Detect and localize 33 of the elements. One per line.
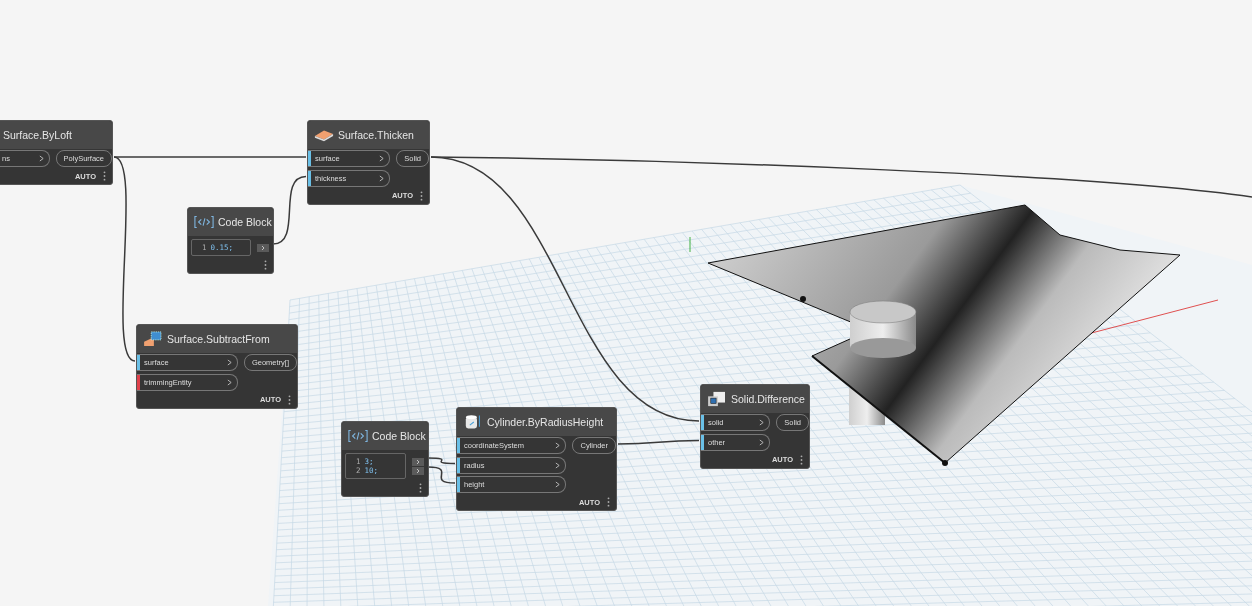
chevron-icon [226, 378, 232, 386]
surface-icon [143, 331, 163, 347]
output-port-icon[interactable] [257, 244, 269, 252]
node-title: Surface.SubtractFrom [167, 333, 270, 345]
chevron-icon [38, 155, 44, 162]
node-title: Cylinder.ByRadiusHeight [487, 416, 604, 428]
cubes-icon [707, 391, 727, 407]
chevron-icon [555, 442, 561, 449]
more-icon[interactable] [420, 190, 423, 201]
more-icon[interactable] [607, 497, 610, 507]
more-icon[interactable] [419, 483, 422, 493]
chevron-icon [555, 461, 561, 469]
chevron-icon [759, 438, 765, 446]
chevron-icon [379, 155, 385, 162]
chevron-icon [555, 481, 561, 488]
chevron-icon [226, 359, 232, 366]
more-icon[interactable] [288, 394, 291, 405]
output-port-icon[interactable] [412, 458, 424, 466]
more-icon[interactable] [800, 454, 803, 465]
chevron-icon [379, 174, 385, 182]
code-icon [348, 428, 368, 444]
more-icon[interactable] [103, 171, 106, 181]
chevron-icon [759, 419, 765, 426]
node-title: Solid.Difference [731, 393, 805, 405]
wire [272, 175, 307, 245]
cylinder-icon [463, 414, 483, 430]
more-icon[interactable] [264, 260, 267, 270]
node-title: Surface.Thicken [338, 129, 414, 141]
code-icon [194, 214, 214, 230]
node-title: Code Block [372, 430, 426, 442]
output-port-icon[interactable] [412, 467, 424, 475]
node-title: Surface.ByLoft [3, 129, 72, 141]
node-title: Code Block [218, 216, 272, 228]
